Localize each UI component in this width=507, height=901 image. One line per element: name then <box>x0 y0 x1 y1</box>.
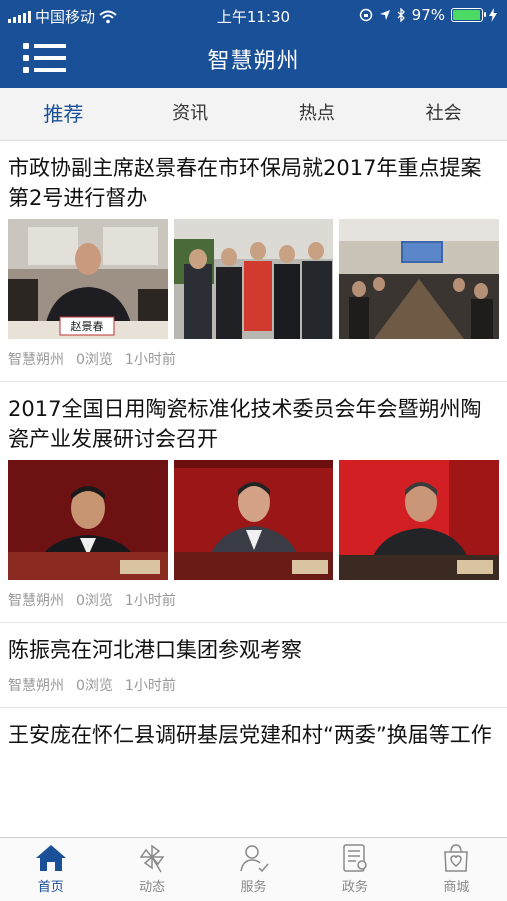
app-header: 智慧朔州 <box>0 30 507 88</box>
tab-hot[interactable]: 热点 <box>254 88 381 140</box>
home-icon <box>35 845 66 871</box>
tab-news[interactable]: 资讯 <box>127 88 254 140</box>
nav-services[interactable]: 服务 <box>203 838 304 901</box>
article-thumbnail[interactable] <box>339 460 500 580</box>
tab-recommended[interactable]: 推荐 <box>0 88 127 140</box>
tab-society[interactable]: 社会 <box>380 88 507 140</box>
location-icon <box>379 10 390 20</box>
nav-label: 服务 <box>240 880 267 895</box>
battery-icon <box>451 8 486 22</box>
article-meta: 智慧朔州 0浏览 1小时前 <box>8 590 499 610</box>
document-icon <box>343 844 367 872</box>
article-thumbnail[interactable] <box>173 460 334 580</box>
shopping-bag-icon <box>444 844 469 872</box>
article-title[interactable]: 陈振亮在河北港口集团参观考察 <box>8 635 499 665</box>
article-thumbnail[interactable] <box>339 219 500 339</box>
article-views: 0浏览 <box>76 593 113 609</box>
article-source: 智慧朔州 <box>8 593 64 609</box>
article-thumbnail[interactable] <box>8 460 168 580</box>
battery-percent: 97% <box>411 6 445 24</box>
nav-label: 首页 <box>37 880 64 895</box>
article-thumbnail[interactable] <box>173 219 334 339</box>
status-bar: 中国移动 上午11:30 97% <box>0 0 507 30</box>
article-meta: 智慧朔州 0浏览 1小时前 <box>8 675 499 695</box>
status-right: 97% <box>359 6 497 24</box>
article-item[interactable]: 陈振亮在河北港口集团参观考察 智慧朔州 0浏览 1小时前 <box>0 623 507 708</box>
article-item[interactable]: 王安庞在怀仁县调研基层党建和村“两委”换届等工作 <box>0 708 507 750</box>
nav-label: 商城 <box>443 880 470 895</box>
article-title[interactable]: 2017全国日用陶瓷标准化技术委员会年会暨朔州陶瓷产业发展研讨会召开 <box>8 394 499 454</box>
article-thumbnails <box>8 460 500 580</box>
article-time: 1小时前 <box>124 352 176 368</box>
nav-label: 动态 <box>139 880 166 895</box>
user-service-icon <box>239 845 269 873</box>
nav-dynamics[interactable]: 动态 <box>101 838 202 901</box>
bottom-nav: 首页 动态 服务 政务 商城 <box>0 837 507 901</box>
nav-home[interactable]: 首页 <box>0 838 101 901</box>
news-feed: 市政协副主席赵景春在市环保局就2017年重点提案第2号进行督办 赵景春 智慧朔州… <box>0 141 507 837</box>
battery-fill <box>453 10 481 20</box>
article-title[interactable]: 王安庞在怀仁县调研基层党建和村“两委”换届等工作 <box>8 720 499 750</box>
article-time: 1小时前 <box>124 678 176 694</box>
article-time: 1小时前 <box>124 593 176 609</box>
nav-government[interactable]: 政务 <box>304 838 405 901</box>
category-tabs: 推荐 资讯 热点 社会 <box>0 88 507 141</box>
bluetooth-icon <box>397 8 405 22</box>
pinwheel-icon <box>139 844 165 873</box>
nav-label: 政务 <box>341 880 368 895</box>
article-meta: 智慧朔州 0浏览 1小时前 <box>8 349 499 369</box>
article-views: 0浏览 <box>76 352 113 368</box>
article-item[interactable]: 市政协副主席赵景春在市环保局就2017年重点提案第2号进行督办 赵景春 智慧朔州… <box>0 141 507 382</box>
article-title[interactable]: 市政协副主席赵景春在市环保局就2017年重点提案第2号进行督办 <box>8 153 499 213</box>
article-views: 0浏览 <box>76 678 113 694</box>
orientation-lock-icon <box>359 8 372 22</box>
article-thumbnail[interactable]: 赵景春 <box>8 219 168 339</box>
article-source: 智慧朔州 <box>8 352 64 368</box>
article-source: 智慧朔州 <box>8 678 64 694</box>
article-thumbnails: 赵景春 <box>8 219 500 339</box>
nav-mall[interactable]: 商城 <box>406 838 507 901</box>
article-item[interactable]: 2017全国日用陶瓷标准化技术委员会年会暨朔州陶瓷产业发展研讨会召开 智慧朔州 … <box>0 382 507 623</box>
nameplate-label: 赵景春 <box>71 319 104 333</box>
app-title: 智慧朔州 <box>207 49 300 74</box>
charging-bolt-icon <box>489 8 497 22</box>
